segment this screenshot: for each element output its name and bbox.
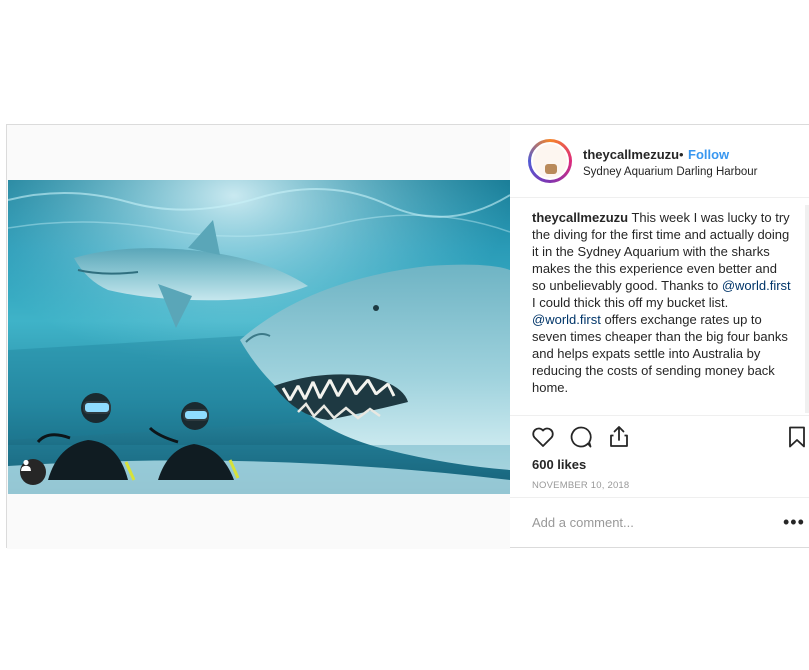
instagram-post: theycallmezuzu • Follow Sydney Aquarium …	[6, 124, 809, 549]
story-ring[interactable]	[528, 139, 572, 183]
post-photo[interactable]	[8, 180, 510, 494]
comment-bar: •••	[510, 497, 809, 548]
avatar	[531, 142, 569, 180]
share-icon[interactable]	[606, 424, 632, 450]
comment-bubble-icon[interactable]	[568, 424, 594, 450]
comment-input[interactable]	[532, 512, 752, 532]
post-sidebar: theycallmezuzu • Follow Sydney Aquarium …	[510, 125, 809, 547]
bookmark-icon[interactable]	[784, 424, 809, 450]
caption: theycallmezuzu This week I was lucky to …	[532, 209, 794, 413]
more-options-icon[interactable]: •••	[783, 513, 805, 531]
mention-link[interactable]: @world.first	[532, 312, 601, 327]
action-bar	[510, 415, 809, 458]
user-icon[interactable]	[20, 459, 46, 485]
caption-text: I could thick this off my bucket list.	[532, 295, 729, 310]
post-media	[7, 125, 510, 549]
heart-icon[interactable]	[530, 424, 556, 450]
post-date: NOVEMBER 10, 2018	[532, 480, 630, 491]
caption-username[interactable]: theycallmezuzu	[532, 210, 628, 225]
shark-dive-photo	[8, 180, 510, 494]
separator-dot: •	[679, 147, 684, 162]
mention-link[interactable]: @world.first	[722, 278, 791, 293]
follow-button[interactable]: Follow	[688, 147, 729, 162]
username-link[interactable]: theycallmezuzu	[583, 147, 679, 162]
likes-count[interactable]: 600 likes	[532, 457, 586, 472]
location-link[interactable]: Sydney Aquarium Darling Harbour	[583, 166, 758, 178]
post-header: theycallmezuzu • Follow Sydney Aquarium …	[510, 125, 809, 198]
caption-scrollbar[interactable]	[805, 205, 809, 413]
